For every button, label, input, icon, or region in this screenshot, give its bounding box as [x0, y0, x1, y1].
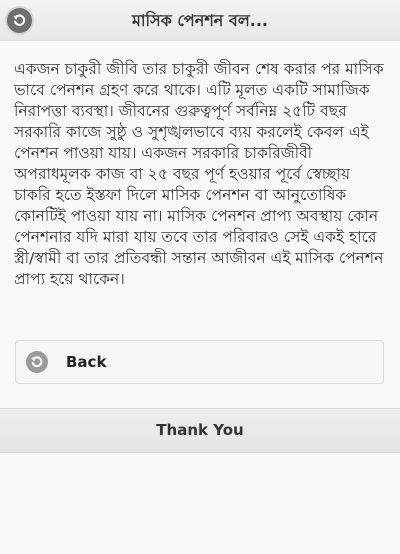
back-button[interactable]: Back: [15, 340, 384, 384]
page-title: মাসিক পেনশন বল...: [132, 11, 268, 30]
footer-text: Thank You: [156, 421, 244, 439]
back-arrow-icon: [26, 351, 48, 373]
header-bar: মাসিক পেনশন বল...: [0, 0, 400, 41]
article-text: একজন চাকুরী জীবি তার চাকুরী জীবন শেষ করা…: [14, 60, 384, 288]
footer-bar: Thank You: [0, 408, 400, 453]
back-button-label: Back: [66, 353, 107, 371]
